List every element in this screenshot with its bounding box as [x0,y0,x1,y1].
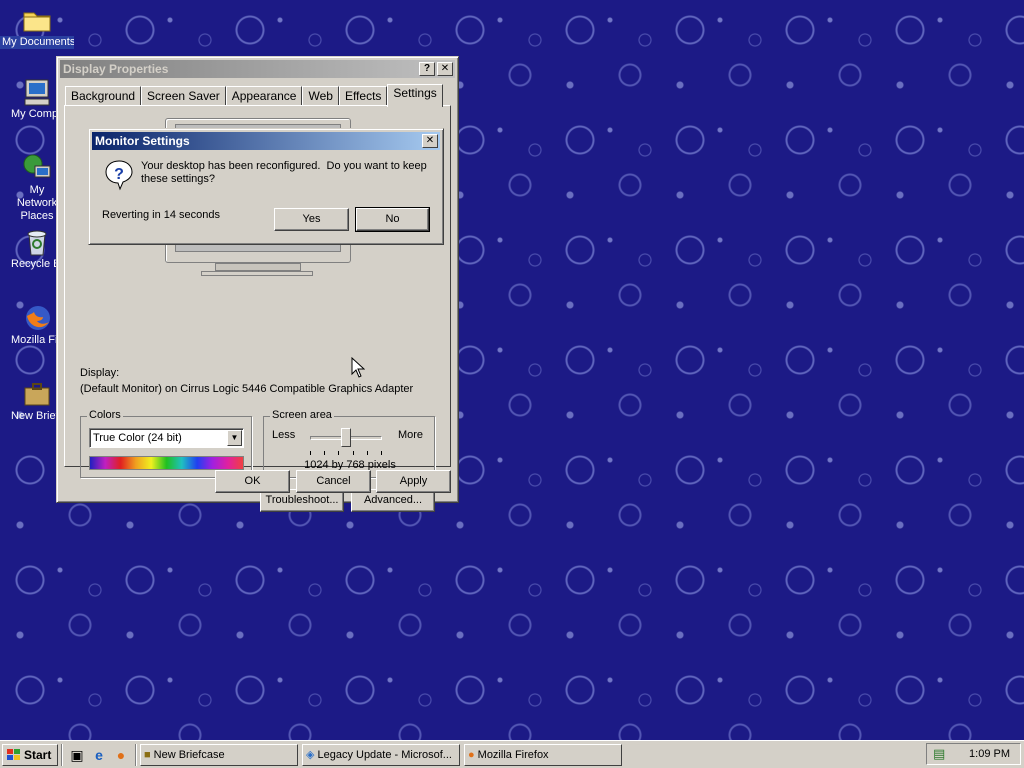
colors-group: Colors True Color (24 bit) ▼ [80,409,252,478]
apply-button[interactable]: Apply [376,470,451,493]
tab-background[interactable]: Background [65,86,142,106]
clock[interactable]: 1:09 PM [969,748,1010,760]
display-properties-window: Display Properties ? ✕ Background Screen… [56,56,459,512]
tab-effects[interactable]: Effects [338,86,388,106]
close-button[interactable]: ✕ [437,62,453,76]
firefox-icon: ● [468,748,475,761]
briefcase-icon: ■ [144,748,151,761]
svg-text:?: ? [114,166,124,183]
system-tray: ▤ 1:09 PM [926,743,1021,765]
more-label: More [397,429,423,441]
network-icon [21,152,53,184]
taskbar-separator [61,743,63,766]
window-title: Display Properties [63,62,169,76]
color-depth-select[interactable]: True Color (24 bit) ▼ [89,428,244,448]
task-label: New Briefcase [153,748,225,761]
ok-button[interactable]: OK [215,470,290,493]
internet-explorer-icon[interactable]: e [88,744,110,766]
tab-appearance[interactable]: Appearance [225,86,303,106]
show-desktop-icon[interactable]: ▣ [66,744,88,766]
legacy-update-icon: ◈ [306,749,315,761]
task-mozilla-firefox[interactable]: ● Mozilla Firefox [464,743,622,766]
windows-logo-icon [6,748,22,762]
monitor-settings-dialog: Monitor Settings ✕ ? Your desktop has be… [88,128,444,245]
question-icon: ? [103,159,135,191]
resolution-slider[interactable] [310,428,382,455]
color-depth-value: True Color (24 bit) [93,432,182,444]
desktop-icon-label: My Documents [0,36,74,49]
folder-icon [21,4,53,36]
help-button[interactable]: ? [419,62,435,76]
recycle-bin-icon [21,226,53,258]
task-new-briefcase[interactable]: ■ New Briefcase [140,743,298,766]
yes-button[interactable]: Yes [274,208,349,231]
task-label: Mozilla Firefox [477,748,549,761]
tab-strip: Background Screen Saver Appearance Web E… [65,84,443,107]
taskbar-separator [135,743,137,766]
tab-screen-saver[interactable]: Screen Saver [141,86,226,106]
close-button[interactable]: ✕ [422,134,438,148]
cancel-button[interactable]: Cancel [296,470,371,493]
screen-area-group-label: Screen area [270,409,334,421]
computer-icon [21,76,53,108]
colors-group-label: Colors [87,409,123,421]
display-settings-tray-icon[interactable]: ▤ [933,746,945,762]
mouse-cursor [351,356,366,379]
tab-web[interactable]: Web [302,86,339,106]
chevron-down-icon: ▼ [230,433,239,442]
taskbar: Start ▣ e ● ■ New Briefcase ◈ Legacy Upd… [0,740,1024,768]
start-label: Start [24,747,52,762]
briefcase-icon [21,378,53,410]
no-button[interactable]: No [355,207,430,232]
desktop-icon-my-documents[interactable]: My Documents [0,4,74,52]
dialog-title: Monitor Settings [95,134,190,148]
screen-area-group: Screen area Less More 1024 by 768 pixels [263,409,435,478]
monitor-settings-titlebar[interactable]: Monitor Settings ✕ [92,132,440,150]
start-button[interactable]: Start [2,743,58,766]
slider-ticks [310,451,382,455]
countdown-text: Reverting in 14 seconds [102,209,221,221]
display-adapter-text: (Default Monitor) on Cirrus Logic 5446 C… [80,383,414,395]
firefox-icon[interactable]: ● [110,744,132,766]
slider-thumb[interactable] [341,428,351,447]
display-properties-titlebar[interactable]: Display Properties ? ✕ [60,60,455,78]
firefox-icon [21,302,53,334]
color-spectrum-bar [89,456,244,470]
task-legacy-update[interactable]: ◈ Legacy Update - Microsof... [302,743,460,766]
dropdown-button[interactable]: ▼ [227,430,242,446]
task-label: Legacy Update - Microsof... [317,748,452,761]
less-label: Less [272,429,296,441]
tab-settings[interactable]: Settings [387,84,443,107]
dialog-message: Your desktop has been reconfigured. Do y… [141,160,430,185]
display-label: Display: [80,367,120,379]
